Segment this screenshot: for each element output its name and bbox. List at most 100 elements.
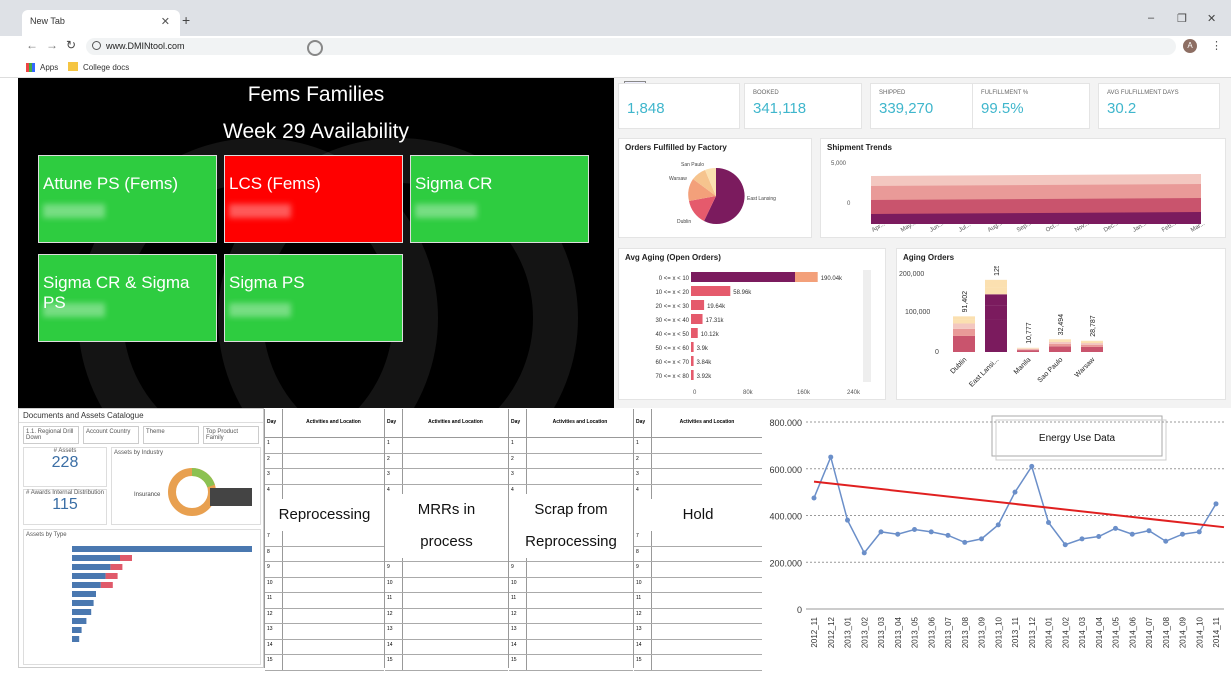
table-row[interactable]: 2 [385,454,508,470]
bar-value: 3.92k [697,374,713,380]
x-tick: 2013_07 [944,616,953,648]
table-row[interactable]: 2 [265,454,384,470]
kpi-value: 99.5% [981,100,1081,117]
tile-lcs[interactable]: LCS (Fems) [224,155,403,243]
table-row[interactable]: 11 [265,593,384,609]
data-point [1163,539,1168,544]
table-row[interactable]: 14 [634,640,762,656]
bar-segment [953,336,975,352]
filter-country[interactable]: Account Country [83,426,139,444]
table-row[interactable]: 3 [509,469,633,485]
restore-icon[interactable]: ❐ [1177,12,1187,25]
table-row[interactable]: 3 [265,469,384,485]
filter-product[interactable]: Top Product Family [203,426,259,444]
table-row[interactable]: 10 [385,578,508,594]
day-header: Day [385,409,403,437]
table-row[interactable]: 15 [385,655,508,671]
table-row[interactable]: 15 [265,655,384,671]
kpi-card: 1,848 [618,83,740,129]
table-row[interactable]: 1 [385,438,508,454]
table-row[interactable]: 14 [509,640,633,656]
awards-value: 115 [24,496,106,514]
bar-label: 50 <= x < 60 [655,346,689,352]
table-row[interactable]: 13 [634,624,762,640]
minimize-icon[interactable]: – [1148,12,1154,24]
browser-tab[interactable]: New Tab✕ [22,10,180,36]
table-row[interactable]: 3 [385,469,508,485]
bar-category: East Lansi... [968,356,1000,388]
bar-segment [985,280,1007,287]
table-row[interactable]: 10 [509,578,633,594]
close-window-icon[interactable]: ✕ [1207,12,1216,25]
table-row[interactable]: 12 [509,609,633,625]
table-row[interactable]: 8 [265,547,384,563]
data-point [1197,529,1202,534]
table-row[interactable]: 9 [509,562,633,578]
table-row[interactable]: 1 [265,438,384,454]
menu-icon[interactable]: ⋮ [1211,39,1222,52]
table-row[interactable]: 12 [634,609,762,625]
table-row[interactable]: 4 [265,485,384,501]
address-bar[interactable]: www.DMINtool.com [86,38,1176,55]
data-point [1096,534,1101,539]
tile-sigma-ps[interactable]: Sigma PS [224,254,403,342]
table-row[interactable]: 15 [634,655,762,671]
back-icon[interactable]: ← [26,38,38,52]
site-info-icon[interactable] [92,41,101,50]
documents-catalogue: Documents and Assets Catalogue 1.1. Regi… [18,408,264,668]
table-row[interactable]: 9 [385,562,508,578]
reload-icon[interactable]: ↻ [66,38,76,52]
table-row[interactable]: 2 [634,454,762,470]
bar [691,342,694,352]
table-row[interactable]: 11 [509,593,633,609]
bar-value: 3.84k [697,360,713,366]
new-tab-icon[interactable]: + [182,12,190,28]
bookmark-apps[interactable]: Apps [40,63,58,72]
bookmark-college-docs[interactable]: College docs [83,63,129,72]
table-row[interactable]: 10 [634,578,762,594]
table-row[interactable]: 11 [385,593,508,609]
filter-region[interactable]: 1.1. Regional Drill Down [23,426,79,444]
table-row[interactable]: 13 [385,624,508,640]
table-row[interactable]: 11 [634,593,762,609]
scrollbar[interactable] [863,270,871,382]
close-tab-icon[interactable]: ✕ [161,15,170,28]
table-row[interactable]: 2 [509,454,633,470]
table-row[interactable]: 1 [634,438,762,454]
row-day: 3 [634,469,652,484]
table-row[interactable]: 10 [265,578,384,594]
table-row[interactable]: 9 [265,562,384,578]
table-row[interactable]: 12 [385,609,508,625]
row-day: 13 [265,624,283,639]
table-row[interactable]: 7 [265,531,384,547]
filter-theme[interactable]: Theme [143,426,199,444]
row-day: 7 [265,531,283,546]
forward-icon[interactable]: → [46,38,58,52]
table-row[interactable]: 14 [385,640,508,656]
table-row[interactable]: 12 [265,609,384,625]
table-row[interactable]: 1 [509,438,633,454]
pie-label: San Paulo [681,162,704,168]
table-row[interactable]: 7 [634,531,762,547]
table-row[interactable]: 14 [265,640,384,656]
avatar[interactable]: A [1183,39,1197,53]
tile-sigma-cr-ps[interactable]: Sigma CR & Sigma PS [38,254,217,342]
row-day: 14 [265,640,283,655]
table-row[interactable]: 15 [509,655,633,671]
table-row[interactable]: 9 [634,562,762,578]
table-row[interactable]: 13 [509,624,633,640]
rotate-handle-icon[interactable] [307,40,323,56]
bar-segment [1049,344,1071,347]
tile-sigma-cr[interactable]: Sigma CR [410,155,589,243]
bar [72,627,82,633]
tile-attune[interactable]: Attune PS (Fems) [38,155,217,243]
table-row[interactable]: 4 [634,485,762,501]
bar-segment [953,323,975,328]
table-row[interactable]: 8 [634,547,762,563]
row-day: 11 [634,593,652,608]
apps-icon[interactable] [26,63,35,72]
table-row[interactable]: 3 [634,469,762,485]
bar-value: 10.12k [701,332,720,338]
pie-chart: San Paulo Warsaw Dublin East Lansing [619,156,813,236]
table-row[interactable]: 13 [265,624,384,640]
